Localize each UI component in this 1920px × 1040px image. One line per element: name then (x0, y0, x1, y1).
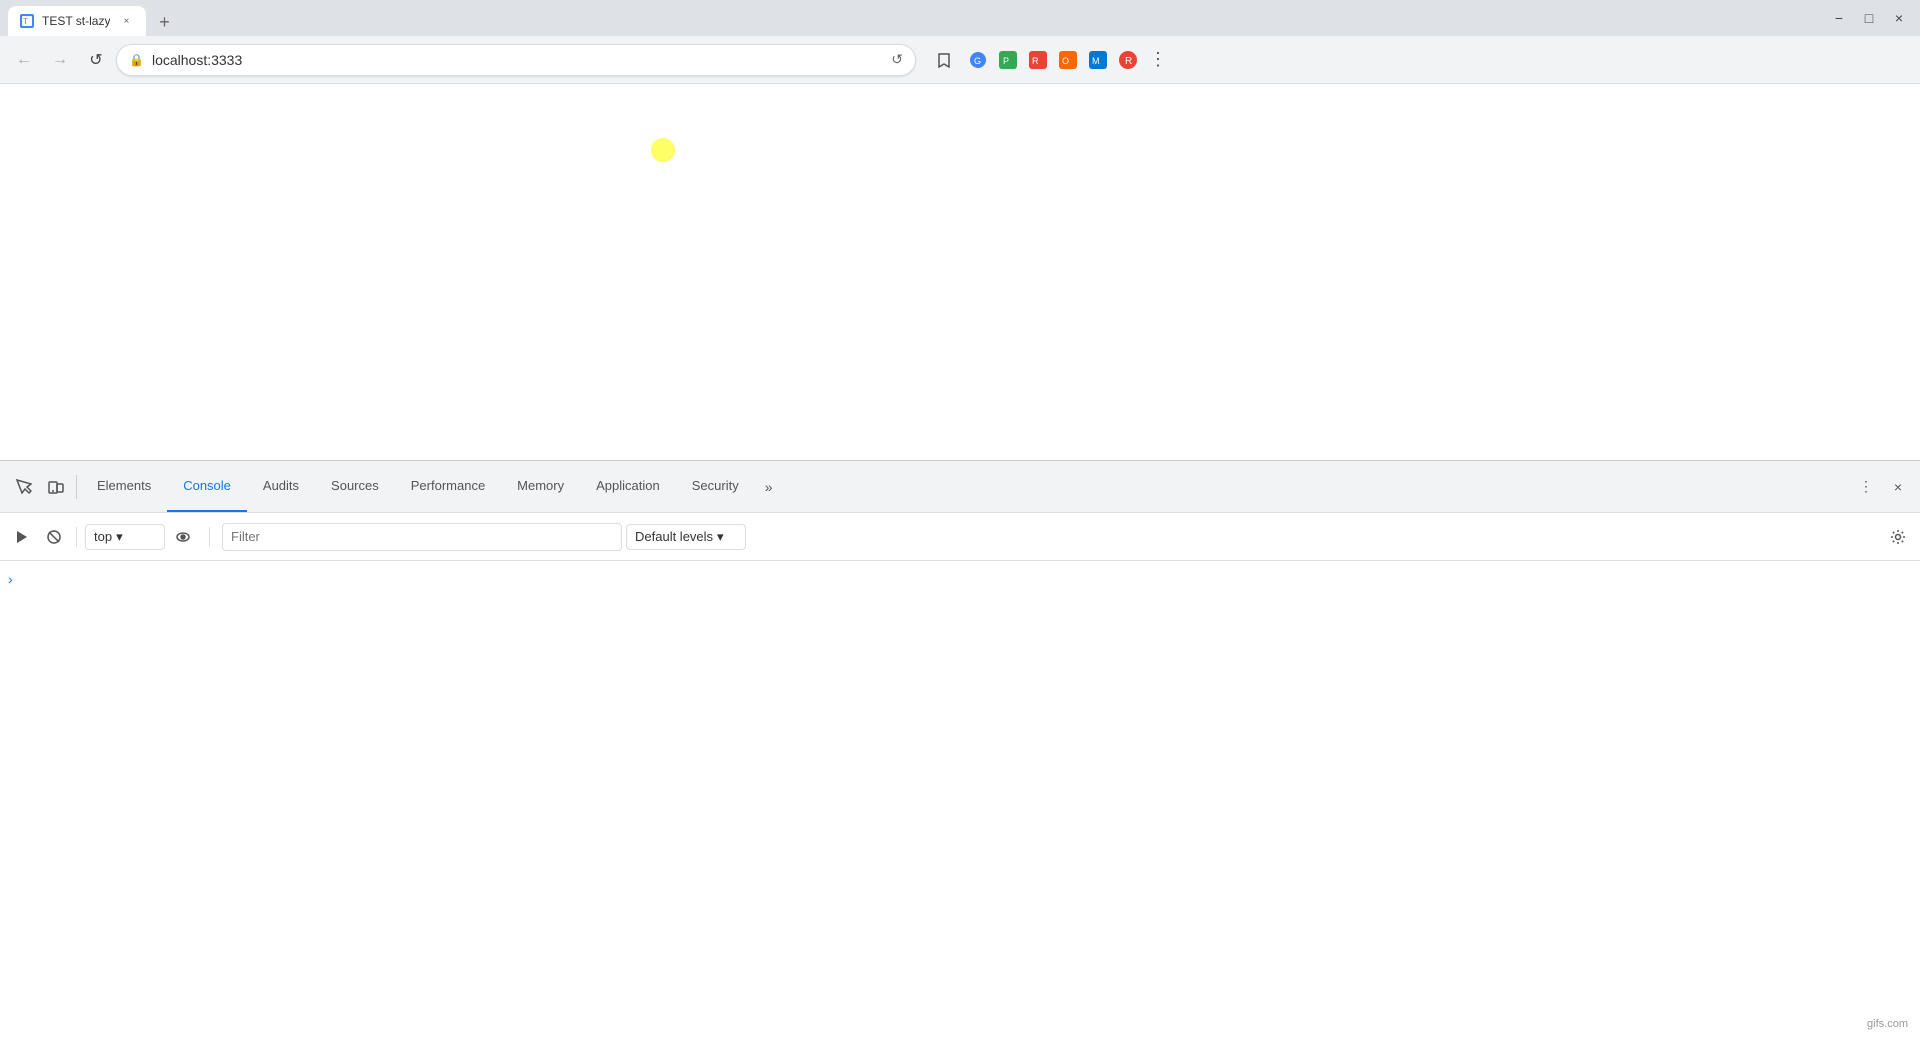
back-button[interactable]: ← (8, 44, 40, 76)
nav-bar: ← → ↺ 🔒 ↺ G P R (0, 36, 1920, 84)
devtools-tabs-toolbar: Elements Console Audits Sources Performa… (0, 461, 1920, 513)
browser-tab-active[interactable]: T TEST st-lazy × (8, 6, 146, 36)
tab-audits[interactable]: Audits (247, 461, 315, 512)
menu-button[interactable]: ⋮ (1144, 46, 1172, 74)
device-toolbar-button[interactable] (40, 471, 72, 503)
close-button[interactable]: × (1886, 5, 1912, 31)
console-context-selector[interactable]: top ▾ (85, 524, 165, 550)
console-chevron-icon: › (8, 571, 13, 587)
inspect-element-button[interactable] (8, 471, 40, 503)
console-play-button[interactable] (8, 523, 36, 551)
devtools-divider-1 (76, 475, 77, 499)
tab-performance[interactable]: Performance (395, 461, 501, 512)
console-toolbar: top ▾ Default levels ▾ (0, 513, 1920, 561)
filter-bar-divider (209, 527, 210, 547)
reload-button[interactable]: ↺ (80, 44, 112, 76)
tab-application[interactable]: Application (580, 461, 676, 512)
bookmark-button[interactable] (928, 44, 960, 76)
ext-icon-4[interactable]: O (1054, 46, 1082, 74)
lock-icon: 🔒 (129, 53, 144, 67)
tab-security[interactable]: Security (676, 461, 755, 512)
minimize-button[interactable]: − (1826, 5, 1852, 31)
maximize-button[interactable]: □ (1856, 5, 1882, 31)
svg-text:G: G (974, 56, 981, 66)
devtools-close-button[interactable]: × (1884, 473, 1912, 501)
window-controls: − □ × (1826, 5, 1912, 31)
main-content (0, 84, 1920, 460)
svg-text:R: R (1125, 56, 1132, 67)
devtools-panel: Elements Console Audits Sources Performa… (0, 460, 1920, 1040)
address-reload-icon[interactable]: ↺ (891, 51, 903, 68)
extension-icons: G P R O M (964, 46, 1172, 74)
tab-bar: T TEST st-lazy × + (8, 0, 1826, 36)
ext-icon-1[interactable]: G (964, 46, 992, 74)
forward-button[interactable]: → (44, 44, 76, 76)
svg-text:T: T (23, 17, 28, 26)
profile-icon[interactable]: R (1114, 46, 1142, 74)
console-log-level-selector[interactable]: Default levels ▾ (626, 524, 746, 550)
cursor-dot (651, 138, 675, 162)
svg-text:M: M (1092, 56, 1100, 66)
devtools-actions: ⋮ × (1852, 473, 1912, 501)
tab-memory[interactable]: Memory (501, 461, 580, 512)
address-bar-container: 🔒 ↺ (116, 44, 916, 76)
address-input[interactable] (152, 52, 883, 68)
browser-titlebar: T TEST st-lazy × + − □ × (0, 0, 1920, 36)
tab-close-button[interactable]: × (118, 13, 134, 29)
toolbar-icons (928, 44, 960, 76)
ext-icon-5[interactable]: M (1084, 46, 1112, 74)
console-block-button[interactable] (40, 523, 68, 551)
console-filter-input[interactable] (222, 523, 622, 551)
watermark: gifs.com (1863, 1016, 1912, 1032)
svg-text:P: P (1003, 56, 1009, 66)
console-divider-1 (76, 527, 77, 547)
tab-elements[interactable]: Elements (81, 461, 167, 512)
tab-console[interactable]: Console (167, 461, 247, 512)
devtools-tabs: Elements Console Audits Sources Performa… (81, 461, 1852, 512)
tab-favicon: T (20, 14, 34, 28)
tab-title: TEST st-lazy (42, 14, 110, 28)
svg-text:O: O (1062, 56, 1069, 66)
tab-sources[interactable]: Sources (315, 461, 395, 512)
new-tab-button[interactable]: + (150, 8, 178, 36)
ext-icon-2[interactable]: P (994, 46, 1022, 74)
console-content: › (0, 561, 1920, 1040)
devtools-menu-button[interactable]: ⋮ (1852, 473, 1880, 501)
console-prompt-line: › (0, 565, 1920, 593)
console-settings-button[interactable] (1884, 523, 1912, 551)
cursor (655, 142, 671, 158)
devtools-more-tabs-button[interactable]: » (755, 473, 783, 501)
svg-text:R: R (1032, 56, 1039, 66)
ext-icon-3[interactable]: R (1024, 46, 1052, 74)
console-eye-button[interactable] (169, 523, 197, 551)
